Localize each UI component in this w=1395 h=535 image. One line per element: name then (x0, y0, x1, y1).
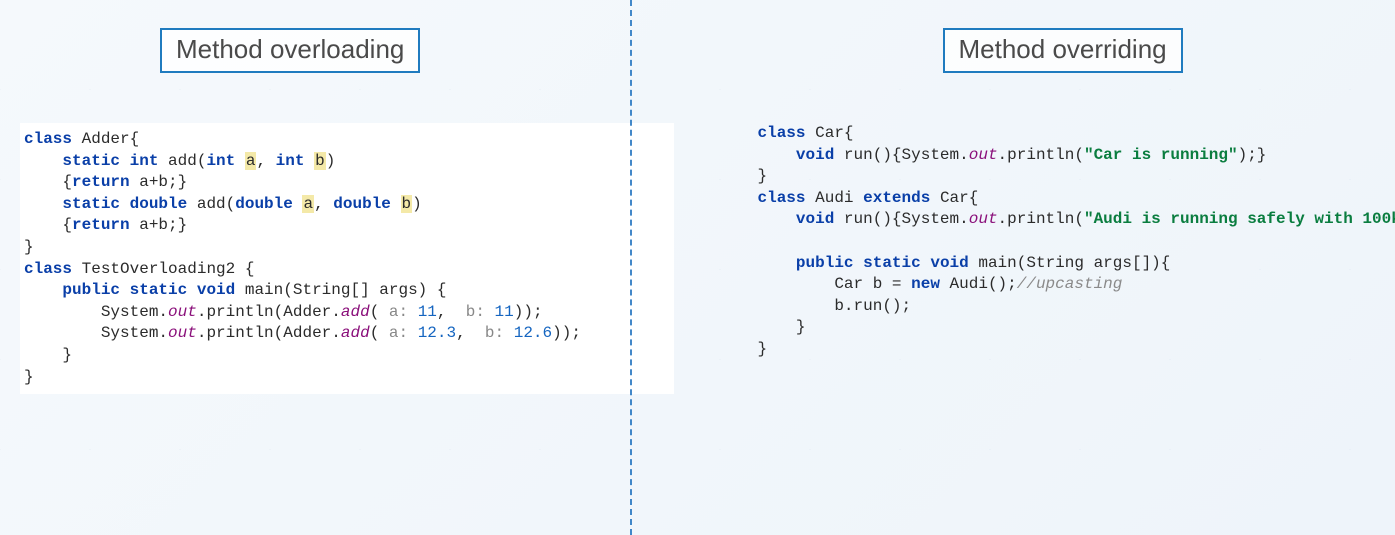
kw: static (863, 254, 921, 272)
hint: b: (485, 324, 504, 342)
kw: extends (863, 189, 930, 207)
txt: ) (412, 195, 422, 213)
txt: run(){System. (834, 210, 968, 228)
kw: public (62, 281, 120, 299)
txt: Car{ (806, 124, 854, 142)
num: 11 (408, 303, 437, 321)
kw: static (62, 152, 120, 170)
txt: ) (326, 152, 336, 170)
param-hl: b (314, 152, 326, 170)
kw: void (796, 210, 834, 228)
param-hl: a (245, 152, 257, 170)
txt: { (62, 173, 72, 191)
txt: add( (187, 195, 235, 213)
slide-layout: Method overloading class Adder{ static i… (0, 0, 1395, 535)
txt: System. (101, 303, 168, 321)
code-overriding: class Car{ void run(){System.out.println… (758, 123, 1395, 361)
txt: } (24, 368, 34, 386)
txt: System. (101, 324, 168, 342)
txt: ( (370, 303, 389, 321)
kw: int (276, 152, 314, 170)
txt: Audi (806, 189, 864, 207)
num: 12.6 (504, 324, 552, 342)
hint: a: (389, 324, 408, 342)
txt: } (24, 346, 72, 364)
num: 11 (485, 303, 514, 321)
txt: , (314, 195, 333, 213)
txt: main(String args[]){ (969, 254, 1171, 272)
txt: } (24, 238, 34, 256)
fld: out (969, 146, 998, 164)
param-hl: b (401, 195, 413, 213)
txt: b.run(); (758, 297, 912, 315)
txt: )); (552, 324, 581, 342)
kw: return (72, 216, 130, 234)
param-hl: a (302, 195, 314, 213)
kw: static (130, 281, 188, 299)
kw: double (333, 195, 400, 213)
txt: .println(Adder. (197, 324, 341, 342)
txt: , (456, 324, 485, 342)
fld: out (168, 303, 197, 321)
txt: Audi(); (940, 275, 1017, 293)
fld: out (969, 210, 998, 228)
str: "Audi is running safely with 100km" (1084, 210, 1395, 228)
kw: int (206, 152, 244, 170)
fld: out (168, 324, 197, 342)
txt: .println( (998, 146, 1084, 164)
title-overloading: Method overloading (160, 28, 420, 73)
txt: a+b;} (130, 173, 188, 191)
panel-method-overloading: Method overloading class Adder{ static i… (0, 0, 698, 535)
kw: new (911, 275, 940, 293)
txt: } (758, 318, 806, 336)
kw: class (758, 189, 806, 207)
kw: public (796, 254, 854, 272)
txt: add( (158, 152, 206, 170)
txt: run(){System. (834, 146, 968, 164)
fld: add (341, 303, 370, 321)
txt: main(String[] args) { (235, 281, 446, 299)
num: 12.3 (408, 324, 456, 342)
txt: TestOverloading2 { (72, 260, 254, 278)
kw: void (796, 146, 834, 164)
kw: double (235, 195, 302, 213)
txt: , (256, 152, 275, 170)
title-overriding: Method overriding (943, 28, 1183, 73)
txt: a+b;} (130, 216, 188, 234)
txt: } (758, 340, 768, 358)
code-overloading: class Adder{ static int add(int a, int b… (20, 123, 674, 394)
txt: )); (514, 303, 543, 321)
txt: Car b = (834, 275, 911, 293)
kw: double (130, 195, 188, 213)
vertical-divider (630, 0, 632, 535)
kw: class (758, 124, 806, 142)
fld: add (341, 324, 370, 342)
kw: void (930, 254, 968, 272)
txt: Car{ (930, 189, 978, 207)
kw: class (24, 260, 72, 278)
txt: .println(Adder. (197, 303, 341, 321)
txt: ( (370, 324, 389, 342)
txt: .println( (998, 210, 1084, 228)
kw: return (72, 173, 130, 191)
kw: int (130, 152, 159, 170)
hint: a: (389, 303, 408, 321)
txt: Adder{ (72, 130, 139, 148)
cmt: //upcasting (1017, 275, 1123, 293)
kw: void (197, 281, 235, 299)
str: "Car is running" (1084, 146, 1238, 164)
kw: static (62, 195, 120, 213)
txt: } (758, 167, 768, 185)
txt: { (62, 216, 72, 234)
kw: class (24, 130, 72, 148)
txt: , (437, 303, 466, 321)
hint: b: (466, 303, 485, 321)
txt: );} (1238, 146, 1267, 164)
panel-method-overriding: Method overriding class Car{ void run(){… (698, 0, 1395, 535)
